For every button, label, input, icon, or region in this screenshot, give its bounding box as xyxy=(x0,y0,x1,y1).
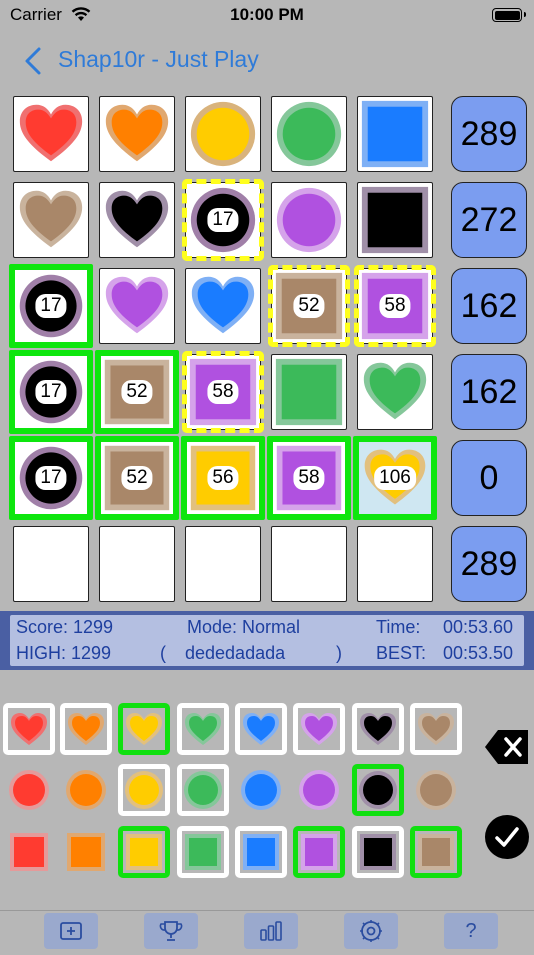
palette-heart-blue[interactable] xyxy=(235,703,287,755)
board-cell-square-blue[interactable] xyxy=(357,96,433,172)
palette-circle-yellow[interactable] xyxy=(118,764,170,816)
palette-heart-brown[interactable] xyxy=(410,703,462,755)
score-label: Score: 1299 xyxy=(16,617,114,637)
confirm-button[interactable] xyxy=(485,815,529,859)
row-score-4: 162 xyxy=(451,354,527,430)
board-cell-heart-black[interactable] xyxy=(99,182,175,258)
cell-value: 52 xyxy=(121,466,153,490)
trophy-icon xyxy=(159,921,183,941)
palette-square-orange[interactable] xyxy=(60,826,112,878)
palette-circle-black[interactable] xyxy=(352,764,404,816)
palette-square-red[interactable] xyxy=(3,826,55,878)
help-button[interactable]: ? xyxy=(444,913,498,949)
checkmark-icon xyxy=(495,827,519,847)
board-cell-heart-red[interactable] xyxy=(13,96,89,172)
add-icon xyxy=(60,922,82,940)
board-cell-square-purple[interactable]: 58 xyxy=(267,436,351,520)
time-label: Time: xyxy=(376,617,421,637)
cell-value: 52 xyxy=(121,380,153,404)
row-score-3: 162 xyxy=(451,268,527,344)
score-panel: Score: 1299 HIGH: 1299 Mode: Normal ( de… xyxy=(0,611,534,670)
cell-value: 106 xyxy=(374,466,416,490)
cell-value: 17 xyxy=(207,208,239,232)
palette-heart-yellow[interactable] xyxy=(118,703,170,755)
board-cell-heart-green[interactable] xyxy=(357,354,433,430)
stats-icon xyxy=(260,921,282,941)
board-cell-square-black[interactable] xyxy=(357,182,433,258)
seed-close-paren: ) xyxy=(336,643,342,663)
board-cell-circle-green[interactable] xyxy=(271,96,347,172)
palette-circle-orange[interactable] xyxy=(60,764,112,816)
palette-circle-green[interactable] xyxy=(177,764,229,816)
board-cell-circle-black[interactable]: 17 xyxy=(9,264,93,348)
settings-icon xyxy=(360,920,382,942)
row-score-5: 0 xyxy=(451,440,527,516)
board-cell-empty[interactable] xyxy=(357,526,433,602)
board-cell-empty[interactable] xyxy=(99,526,175,602)
game-board: 289 17 272 17 52 58 162 17 52 58 162 17 … xyxy=(0,0,534,610)
palette-heart-black[interactable] xyxy=(352,703,404,755)
board-cell-heart-yellow[interactable]: 106 xyxy=(353,436,437,520)
board-cell-circle-black[interactable]: 17 xyxy=(9,436,93,520)
cell-value: 17 xyxy=(35,466,67,490)
high-score-label: HIGH: 1299 xyxy=(16,643,112,663)
seed-label: dededadada xyxy=(185,643,286,663)
board-cell-heart-orange[interactable] xyxy=(99,96,175,172)
cell-value: 58 xyxy=(293,466,325,490)
board-cell-heart-purple[interactable] xyxy=(99,268,175,344)
row-score-6: 289 xyxy=(451,526,527,602)
mode-label: Mode: Normal xyxy=(187,617,301,637)
palette-heart-green[interactable] xyxy=(177,703,229,755)
cell-value: 17 xyxy=(35,294,67,318)
board-cell-square-purple[interactable]: 58 xyxy=(354,265,436,347)
board-cell-circle-black[interactable]: 17 xyxy=(9,350,93,434)
palette-heart-red[interactable] xyxy=(3,703,55,755)
board-cell-circle-yellow[interactable] xyxy=(185,96,261,172)
row-score-1: 289 xyxy=(451,96,527,172)
palette-square-brown[interactable] xyxy=(410,826,462,878)
board-cell-heart-brown[interactable] xyxy=(13,182,89,258)
best-label: BEST: xyxy=(376,643,427,663)
palette-square-green[interactable] xyxy=(177,826,229,878)
best-value: 00:53.50 xyxy=(443,643,514,663)
board-cell-empty[interactable] xyxy=(13,526,89,602)
board-cell-square-purple[interactable]: 58 xyxy=(182,351,264,433)
board-cell-square-brown[interactable]: 52 xyxy=(95,350,179,434)
board-cell-square-brown[interactable]: 52 xyxy=(95,436,179,520)
palette-square-yellow[interactable] xyxy=(118,826,170,878)
palette-heart-purple[interactable] xyxy=(293,703,345,755)
seed-open-paren: ( xyxy=(160,643,166,663)
row-score-2: 272 xyxy=(451,182,527,258)
cell-value: 56 xyxy=(207,466,239,490)
delete-icon[interactable] xyxy=(484,728,530,766)
board-cell-square-brown[interactable]: 52 xyxy=(268,265,350,347)
shape-palette xyxy=(0,670,534,910)
new-game-button[interactable] xyxy=(44,913,98,949)
cell-value: 58 xyxy=(379,294,411,318)
palette-circle-purple[interactable] xyxy=(293,764,345,816)
board-cell-heart-blue[interactable] xyxy=(185,268,261,344)
settings-button[interactable] xyxy=(344,913,398,949)
board-cell-empty[interactable] xyxy=(185,526,261,602)
cell-value: 52 xyxy=(293,294,325,318)
board-cell-square-green[interactable] xyxy=(271,354,347,430)
board-cell-circle-black[interactable]: 17 xyxy=(182,179,264,261)
time-value: 00:53.60 xyxy=(443,617,514,637)
palette-square-black[interactable] xyxy=(352,826,404,878)
palette-square-purple[interactable] xyxy=(293,826,345,878)
board-cell-circle-purple[interactable] xyxy=(271,182,347,258)
board-cell-empty[interactable] xyxy=(271,526,347,602)
cell-value: 58 xyxy=(207,380,239,404)
palette-heart-orange[interactable] xyxy=(60,703,112,755)
stats-button[interactable] xyxy=(244,913,298,949)
board-cell-square-yellow[interactable]: 56 xyxy=(181,436,265,520)
palette-circle-blue[interactable] xyxy=(235,764,287,816)
palette-square-blue[interactable] xyxy=(235,826,287,878)
bottom-toolbar: ? xyxy=(0,910,534,951)
leaderboard-button[interactable] xyxy=(144,913,198,949)
palette-circle-brown[interactable] xyxy=(410,764,462,816)
cell-value: 17 xyxy=(35,380,67,404)
palette-circle-red[interactable] xyxy=(3,764,55,816)
